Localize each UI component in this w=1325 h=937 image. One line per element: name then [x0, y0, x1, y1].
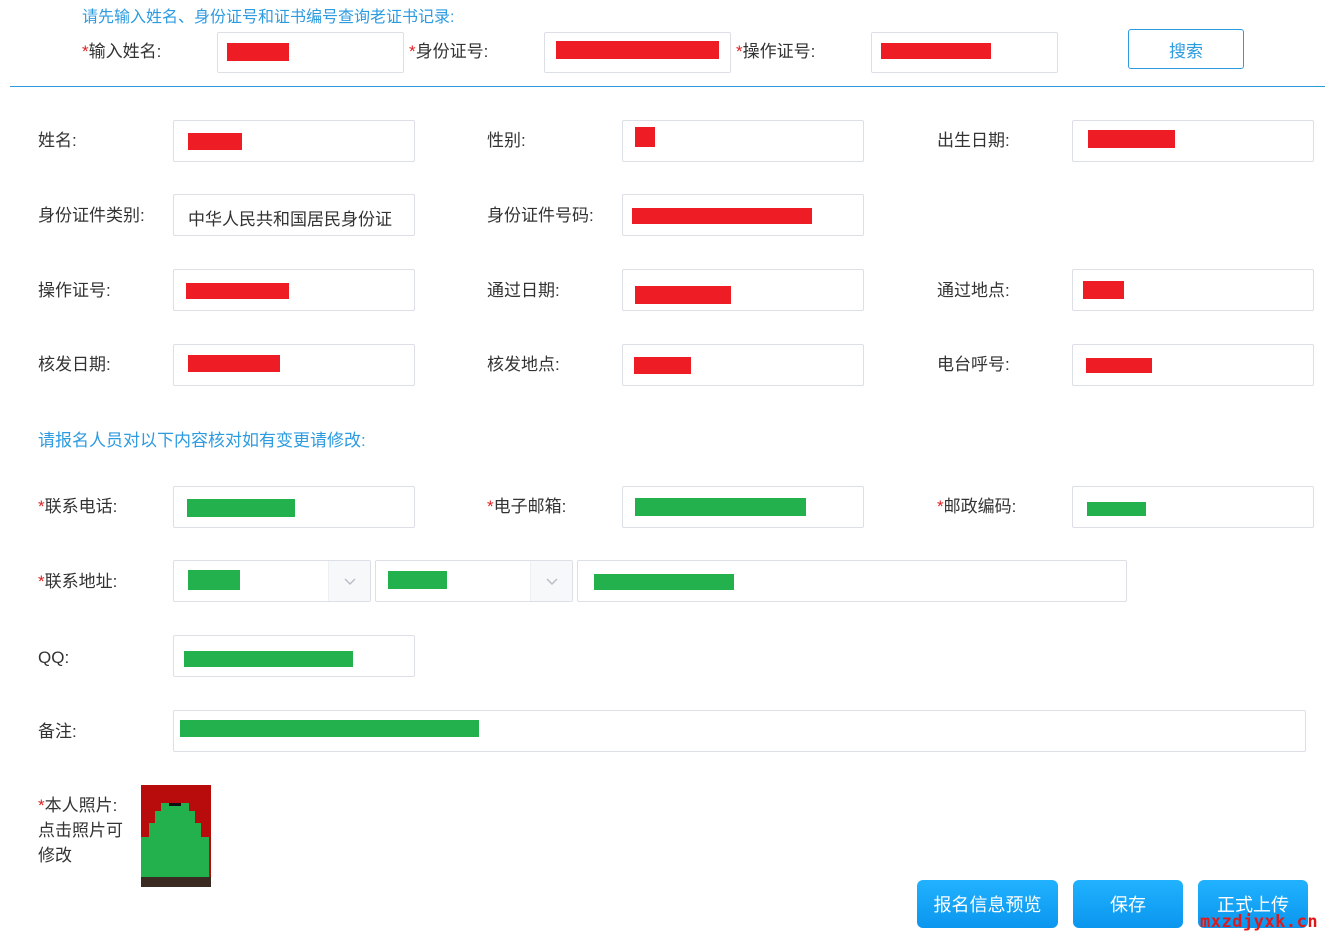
redaction-mark	[1086, 358, 1152, 373]
redaction-mark	[635, 286, 731, 304]
zip-input[interactable]	[1072, 486, 1314, 528]
province-select[interactable]	[173, 560, 371, 602]
pass-place-field[interactable]	[1072, 269, 1314, 311]
query-id-input[interactable]	[544, 32, 731, 73]
id-type-field[interactable]: 中华人民共和国居民身份证	[173, 194, 415, 236]
profile-photo[interactable]	[141, 785, 211, 887]
pass-date-label: 通过日期:	[487, 281, 560, 300]
issue-date-label: 核发日期:	[38, 355, 111, 374]
contact-hint: 请报名人员对以下内容核对如有变更请修改:	[38, 431, 366, 450]
redaction-mark	[227, 43, 289, 61]
redaction-mark	[188, 133, 242, 150]
chevron-down-icon[interactable]	[530, 561, 572, 601]
email-input[interactable]	[622, 486, 864, 528]
redaction-mark	[1088, 130, 1175, 148]
qq-input[interactable]	[173, 635, 415, 677]
issue-date-field[interactable]	[173, 344, 415, 386]
phone-label: *联系电话:	[38, 497, 118, 516]
qq-label: QQ:	[38, 648, 70, 667]
cert-number-label: 操作证号:	[38, 281, 111, 300]
redaction-mark	[881, 43, 991, 59]
email-label: *电子邮箱:	[487, 497, 567, 516]
redaction-mark	[556, 41, 719, 59]
photo-hint-line2: 修改	[38, 846, 72, 865]
redaction-mark	[188, 570, 240, 590]
redaction-mark	[184, 651, 353, 667]
id-type-value: 中华人民共和国居民身份证	[188, 210, 392, 229]
redaction-mark	[594, 574, 734, 590]
redaction-mark	[1087, 502, 1146, 516]
redaction-mark	[180, 720, 479, 737]
watermark: mxzdjyxk.cn	[1200, 912, 1319, 932]
callsign-label: 电台呼号:	[937, 355, 1010, 374]
pass-date-field[interactable]	[622, 269, 864, 311]
query-cert-input[interactable]	[871, 32, 1058, 73]
photo-label: *本人照片:	[38, 796, 118, 815]
query-id-label: *身份证号:	[409, 42, 489, 61]
redaction-mark	[632, 208, 812, 224]
redaction-mark	[388, 571, 447, 589]
redaction-mark	[188, 355, 280, 372]
query-hint: 请先输入姓名、身份证号和证书编号查询老证书记录:	[82, 9, 455, 26]
phone-input[interactable]	[173, 486, 415, 528]
query-cert-label: *操作证号:	[736, 42, 816, 61]
query-name-label: *输入姓名:	[82, 42, 162, 61]
photo-redaction	[141, 785, 211, 887]
gender-field[interactable]	[622, 120, 864, 162]
pass-place-label: 通过地点:	[937, 281, 1010, 300]
city-select[interactable]	[375, 560, 573, 602]
redaction-mark	[187, 499, 295, 517]
query-name-input[interactable]	[217, 32, 404, 73]
remark-input[interactable]	[173, 710, 1306, 752]
issue-place-label: 核发地点:	[487, 355, 560, 374]
id-number-label: 身份证件号码:	[487, 206, 594, 225]
name-field[interactable]	[173, 120, 415, 162]
birth-date-label: 出生日期:	[937, 131, 1010, 150]
chevron-down-icon[interactable]	[328, 561, 370, 601]
redaction-mark	[635, 127, 655, 147]
redaction-mark	[635, 498, 806, 516]
preview-button[interactable]: 报名信息预览	[917, 880, 1058, 928]
id-type-label: 身份证件类别:	[38, 206, 145, 225]
callsign-field[interactable]	[1072, 344, 1314, 386]
section-divider	[10, 86, 1325, 87]
issue-place-field[interactable]	[622, 344, 864, 386]
redaction-mark	[1083, 281, 1124, 299]
redaction-mark	[634, 357, 691, 374]
id-number-field[interactable]	[622, 194, 864, 236]
photo-hint-line1: 点击照片可	[38, 821, 123, 840]
name-label: 姓名:	[38, 131, 77, 150]
search-button[interactable]: 搜索	[1128, 29, 1244, 69]
save-button[interactable]: 保存	[1073, 880, 1183, 928]
cert-number-field[interactable]	[173, 269, 415, 311]
gender-label: 性别:	[487, 131, 526, 150]
remark-label: 备注:	[38, 722, 77, 741]
zip-label: *邮政编码:	[937, 497, 1017, 516]
address-detail-input[interactable]	[577, 560, 1127, 602]
birth-date-field[interactable]	[1072, 120, 1314, 162]
redaction-mark	[186, 283, 289, 299]
address-label: *联系地址:	[38, 572, 118, 591]
